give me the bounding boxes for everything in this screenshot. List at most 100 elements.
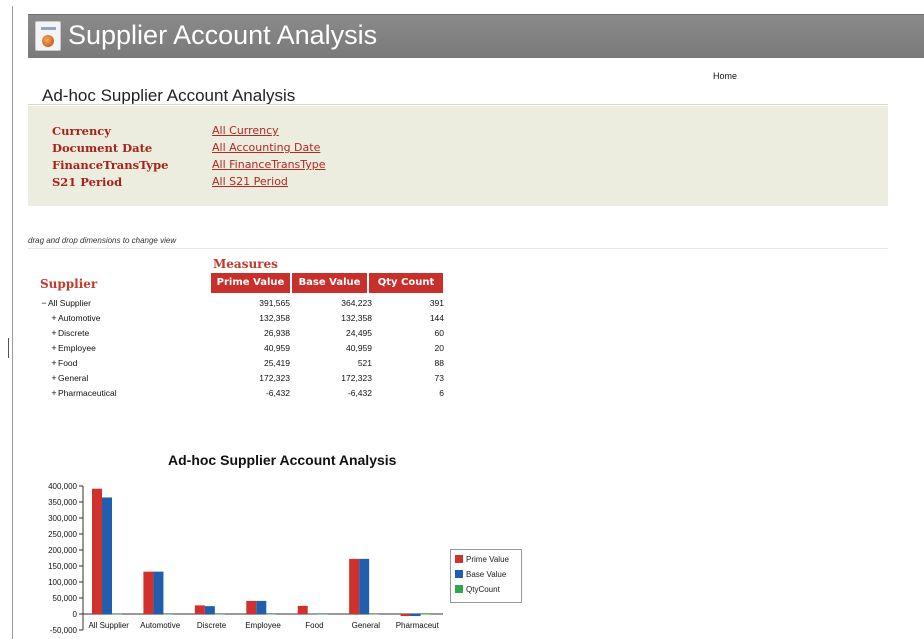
legend-item-prime-value: Prime Value	[455, 555, 509, 567]
table-row: +Pharmaceutical -6,432 -6,432 6	[40, 388, 450, 403]
table-cell: -6,432	[265, 388, 290, 398]
bar-base-value	[204, 606, 215, 614]
page-title: Ad-hoc Supplier Account Analysis	[42, 86, 296, 105]
drag-drop-hint: drag and drop dimensions to change view	[28, 236, 177, 245]
legend-swatch	[455, 570, 463, 578]
legend-label: Prime Value	[466, 555, 509, 564]
y-tick-label: 100,000	[48, 578, 77, 587]
row-header: −All Supplier	[40, 298, 91, 308]
x-tick-label: All Supplier	[88, 621, 129, 630]
bar-prime-value	[297, 605, 308, 614]
filter-label: S21 Period	[52, 175, 123, 189]
row-label[interactable]: Automotive	[58, 313, 101, 323]
app-title-bar: Supplier Account Analysis	[28, 14, 924, 58]
table-cell: 25,419	[264, 358, 290, 368]
heading-divider	[28, 104, 888, 105]
legend-item-base-value: Base Value	[455, 570, 506, 582]
filter-value-link[interactable]: All Accounting Date	[212, 141, 320, 154]
table-cell: 364,223	[341, 298, 372, 308]
row-header: +Pharmaceutical	[50, 388, 117, 398]
bar-chart: 400,000 350,000 300,000 250,000 200,000 150,0…	[48, 482, 443, 635]
bar-qtycount	[420, 613, 431, 615]
filter-value-link[interactable]: All Currency	[212, 124, 279, 137]
expand-icon[interactable]: +	[50, 343, 58, 353]
row-label[interactable]: Pharmaceutical	[58, 388, 117, 398]
row-label[interactable]: Food	[58, 358, 77, 368]
table-cell: 132,358	[259, 313, 290, 323]
chart-title: Ad-hoc Supplier Account Analysis	[168, 452, 397, 468]
bar-base-value	[410, 614, 421, 617]
bar-prime-value	[194, 605, 205, 614]
expand-icon[interactable]: +	[50, 388, 58, 398]
table-row: +Discrete 26,938 24,495 60	[40, 328, 450, 343]
table-cell: 40,959	[346, 343, 372, 353]
y-tick-label: 300,000	[48, 514, 77, 523]
column-header-base-value[interactable]: Base Value	[292, 273, 367, 293]
bar-prime-value	[349, 558, 360, 614]
window-left-gutter	[0, 0, 12, 639]
row-label[interactable]: Discrete	[58, 328, 89, 338]
home-link[interactable]: Home	[713, 71, 737, 81]
expand-icon[interactable]: +	[50, 373, 58, 383]
bar-prime-value	[92, 488, 102, 614]
bar-qtycount	[369, 613, 380, 615]
filter-value-link[interactable]: All S21 Period	[212, 175, 288, 188]
y-tick-label: 400,000	[48, 482, 77, 491]
filter-label: FinanceTransType	[52, 158, 169, 172]
legend-label: QtyCount	[466, 585, 500, 594]
y-tick-label: 250,000	[48, 530, 77, 539]
hint-divider	[28, 248, 888, 249]
app-title: Supplier Account Analysis	[68, 20, 378, 50]
y-tick-label: 0	[73, 610, 78, 619]
table-cell: 60	[434, 328, 444, 338]
table-cell: 40,959	[264, 343, 290, 353]
y-tick-label: 200,000	[48, 546, 77, 555]
table-row: −All Supplier 391,565 364,223 391	[40, 298, 450, 313]
bar-qtycount	[266, 613, 277, 615]
row-label[interactable]: General	[58, 373, 88, 383]
bar-prime-value	[400, 614, 411, 617]
table-cell: 391,565	[259, 298, 290, 308]
x-tick-label: Automotive	[140, 621, 181, 630]
column-header-qty-count[interactable]: Qty Count	[369, 273, 443, 293]
filter-value-link[interactable]: All FinanceTransType	[212, 158, 326, 171]
resize-handle[interactable]	[8, 338, 9, 358]
table-row: +Food 25,419 521 88	[40, 358, 450, 373]
x-tick-label: Discrete	[197, 621, 227, 630]
bar-base-value	[256, 600, 267, 614]
measures-dimension-label[interactable]: Measures	[213, 257, 278, 271]
legend-swatch	[455, 585, 463, 593]
bar-base-value	[153, 571, 164, 614]
expand-icon[interactable]: +	[50, 358, 58, 368]
column-header-prime-value[interactable]: Prime Value	[211, 273, 290, 293]
table-row: +Employee 40,959 40,959 20	[40, 343, 450, 358]
legend-label: Base Value	[466, 570, 507, 579]
row-header: +Food	[50, 358, 77, 368]
table-cell: 132,358	[341, 313, 372, 323]
expand-icon[interactable]: +	[50, 328, 58, 338]
filter-label: Document Date	[52, 141, 153, 155]
bar-qtycount	[214, 613, 225, 615]
y-tick-label: 350,000	[48, 498, 77, 507]
y-tick-label: 150,000	[48, 562, 77, 571]
bar-prime-value	[246, 600, 257, 614]
table-row: +Automotive 132,358 132,358 144	[40, 313, 450, 328]
x-tick-label: Food	[305, 621, 323, 630]
x-tick-label: Pharmaceut	[396, 621, 440, 630]
collapse-icon[interactable]: −	[40, 298, 48, 308]
row-label[interactable]: All Supplier	[48, 298, 91, 308]
row-header: +General	[50, 373, 88, 383]
row-header: +Automotive	[50, 313, 101, 323]
chart-legend: Prime Value Base Value QtyCount	[450, 549, 522, 603]
expand-icon[interactable]: +	[50, 313, 58, 323]
table-row: +General 172,323 172,323 73	[40, 373, 450, 388]
report-icon	[35, 21, 61, 51]
supplier-dimension-label[interactable]: Supplier	[40, 277, 97, 291]
table-cell: 26,938	[264, 328, 290, 338]
row-label[interactable]: Employee	[58, 343, 96, 353]
y-tick-label: 50,000	[53, 594, 78, 603]
filter-label: Currency	[52, 124, 111, 138]
table-cell: 172,323	[341, 373, 372, 383]
table-cell: -6,432	[347, 388, 372, 398]
legend-swatch	[455, 555, 463, 563]
